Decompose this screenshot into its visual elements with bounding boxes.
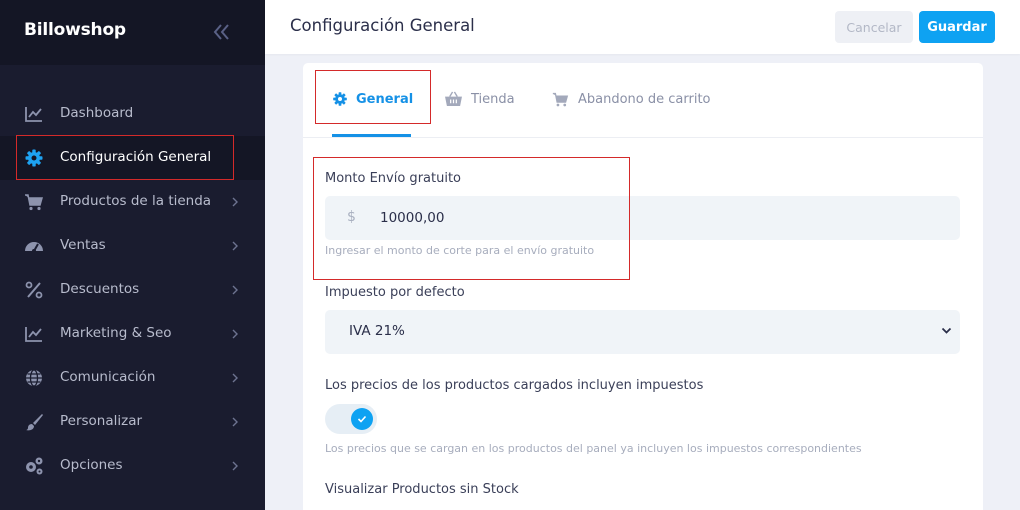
tab-tienda[interactable]: Tienda bbox=[444, 85, 515, 113]
check-icon bbox=[357, 415, 367, 423]
sidebar-item-dashboard[interactable]: Dashboard bbox=[0, 92, 265, 136]
sidebar-item-productos[interactable]: Productos de la tienda bbox=[0, 180, 265, 224]
brush-icon bbox=[26, 414, 43, 431]
sidebar-item-label: Dashboard bbox=[60, 105, 134, 121]
tab-abandono-de-carrito[interactable]: Abandono de carrito bbox=[551, 85, 711, 113]
sidebar-item-label: Descuentos bbox=[60, 281, 140, 297]
show-out-of-stock-label: Visualizar Productos sin Stock bbox=[325, 482, 519, 497]
sidebar: Billowshop Dashboard Configuración Gener… bbox=[0, 0, 265, 510]
sidebar-item-label: Comunicación bbox=[60, 369, 156, 385]
sidebar-item-opciones[interactable]: Opciones bbox=[0, 444, 265, 488]
chevron-right-icon bbox=[232, 197, 238, 207]
cart-icon bbox=[552, 92, 569, 106]
sidebar-item-label: Personalizar bbox=[60, 413, 143, 429]
speedometer-icon bbox=[25, 242, 43, 253]
sidebar-item-label: Ventas bbox=[60, 237, 106, 253]
sidebar-item-label: Opciones bbox=[60, 457, 123, 473]
brand-logo: Billowshop bbox=[24, 20, 126, 40]
chevron-right-icon bbox=[232, 329, 238, 339]
sidebar-item-comunicacion[interactable]: Comunicación bbox=[0, 356, 265, 400]
highlight-box-tab bbox=[315, 70, 431, 124]
default-tax-label: Impuesto por defecto bbox=[325, 285, 465, 300]
chevron-right-icon bbox=[232, 373, 238, 383]
gears-icon bbox=[26, 457, 43, 475]
tab-label: Tienda bbox=[471, 91, 515, 107]
chevron-right-icon bbox=[232, 241, 238, 251]
sidebar-item-marketing-seo[interactable]: Marketing & Seo bbox=[0, 312, 265, 356]
sidebar-item-label: Marketing & Seo bbox=[60, 325, 172, 341]
percent-icon bbox=[25, 281, 43, 299]
prices-include-tax-help: Los precios que se cargan en los product… bbox=[325, 442, 862, 455]
cancel-button[interactable]: Cancelar bbox=[835, 11, 913, 43]
chevron-right-icon bbox=[232, 417, 238, 427]
cart-icon bbox=[25, 194, 43, 211]
globe-icon bbox=[26, 369, 42, 387]
page-title: Configuración General bbox=[290, 16, 475, 35]
sidebar-header: Billowshop bbox=[0, 0, 265, 65]
save-button[interactable]: Guardar bbox=[919, 11, 995, 43]
chart-line-icon bbox=[25, 327, 42, 342]
chevron-down-icon bbox=[941, 327, 952, 334]
toggle-knob bbox=[351, 408, 373, 430]
settings-card: General Tienda Abandono de carrito Monto… bbox=[303, 63, 983, 510]
sidebar-item-personalizar[interactable]: Personalizar bbox=[0, 400, 265, 444]
chevron-right-icon bbox=[232, 285, 238, 295]
default-tax-select[interactable]: IVA 21% bbox=[325, 310, 960, 354]
chevron-right-icon bbox=[232, 461, 238, 471]
default-tax-value: IVA 21% bbox=[349, 323, 405, 339]
sidebar-item-ventas[interactable]: Ventas bbox=[0, 224, 265, 268]
highlight-box-sidebar bbox=[16, 135, 234, 180]
top-header: Configuración General Cancelar Guardar bbox=[265, 0, 1020, 54]
sidebar-item-label: Productos de la tienda bbox=[60, 193, 212, 209]
collapse-sidebar-icon[interactable] bbox=[211, 22, 233, 42]
chart-line-icon bbox=[25, 107, 42, 122]
sidebar-item-descuentos[interactable]: Descuentos bbox=[0, 268, 265, 312]
tabs-divider bbox=[303, 137, 983, 138]
prices-include-tax-toggle[interactable] bbox=[325, 404, 377, 434]
prices-include-tax-label: Los precios de los productos cargados in… bbox=[325, 378, 704, 393]
basket-icon bbox=[445, 91, 462, 107]
tab-label: Abandono de carrito bbox=[578, 91, 711, 107]
highlight-box-field bbox=[313, 157, 630, 280]
